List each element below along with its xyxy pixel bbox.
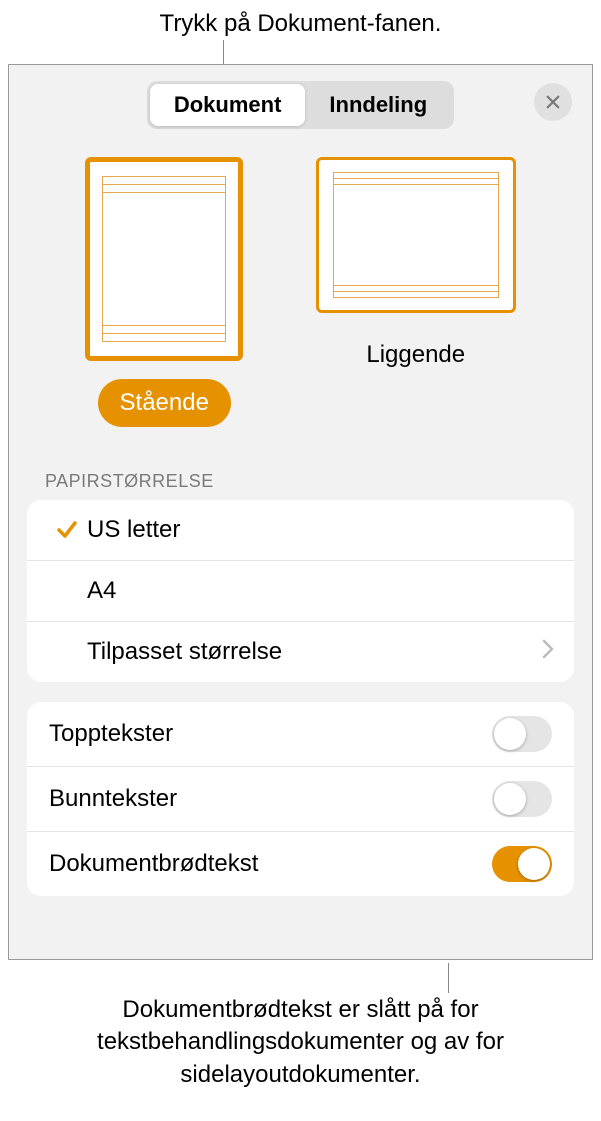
tab-section[interactable]: Inndeling	[305, 84, 451, 126]
panel-header: Dokument Inndeling	[9, 65, 592, 137]
checkmark-icon	[55, 518, 79, 542]
footers-toggle-row: Bunntekster	[27, 767, 574, 832]
document-toggles-list: Topptekster Bunntekster Dokumentbrødteks…	[27, 702, 574, 896]
landscape-label-button[interactable]: Liggende	[344, 331, 487, 379]
close-icon	[544, 93, 562, 111]
portrait-thumbnail[interactable]	[85, 157, 243, 361]
orientation-landscape-option: Liggende	[316, 157, 516, 427]
paper-size-list: US letter A4 Tilpasset størrelse	[27, 500, 574, 682]
headers-toggle-label: Topptekster	[49, 720, 173, 748]
paper-size-us-letter[interactable]: US letter	[27, 500, 574, 561]
close-button[interactable]	[534, 83, 572, 121]
footers-toggle-label: Bunntekster	[49, 785, 177, 813]
body-toggle[interactable]	[492, 846, 552, 882]
callout-top-text: Trykk på Dokument-fanen.	[0, 0, 601, 40]
headers-toggle-row: Topptekster	[27, 702, 574, 767]
chevron-right-icon	[542, 638, 554, 666]
body-toggle-label: Dokumentbrødtekst	[49, 850, 258, 878]
tab-segmented-control: Dokument Inndeling	[147, 81, 454, 129]
callout-leader-line	[223, 40, 224, 64]
orientation-portrait-option: Stående	[85, 157, 243, 427]
paper-size-label: US letter	[87, 516, 554, 544]
orientation-section: Stående Liggende	[9, 137, 592, 427]
footers-toggle[interactable]	[492, 781, 552, 817]
portrait-label-button[interactable]: Stående	[98, 379, 231, 427]
document-settings-panel: Dokument Inndeling Stående Liggende PAPI…	[8, 64, 593, 960]
callout-bottom-text: Dokumentbrødtekst er slått på for tekstb…	[0, 994, 601, 1091]
paper-size-label: Tilpasset størrelse	[87, 638, 542, 666]
paper-size-a4[interactable]: A4	[27, 561, 574, 622]
paper-size-label: A4	[87, 577, 554, 605]
body-toggle-row: Dokumentbrødtekst	[27, 832, 574, 896]
paper-size-header: PAPIRSTØRRELSE	[9, 427, 592, 500]
landscape-thumbnail[interactable]	[316, 157, 516, 313]
tab-document[interactable]: Dokument	[150, 84, 306, 126]
callout-leader-line-bottom	[448, 963, 449, 993]
headers-toggle[interactable]	[492, 716, 552, 752]
paper-size-custom[interactable]: Tilpasset størrelse	[27, 622, 574, 682]
